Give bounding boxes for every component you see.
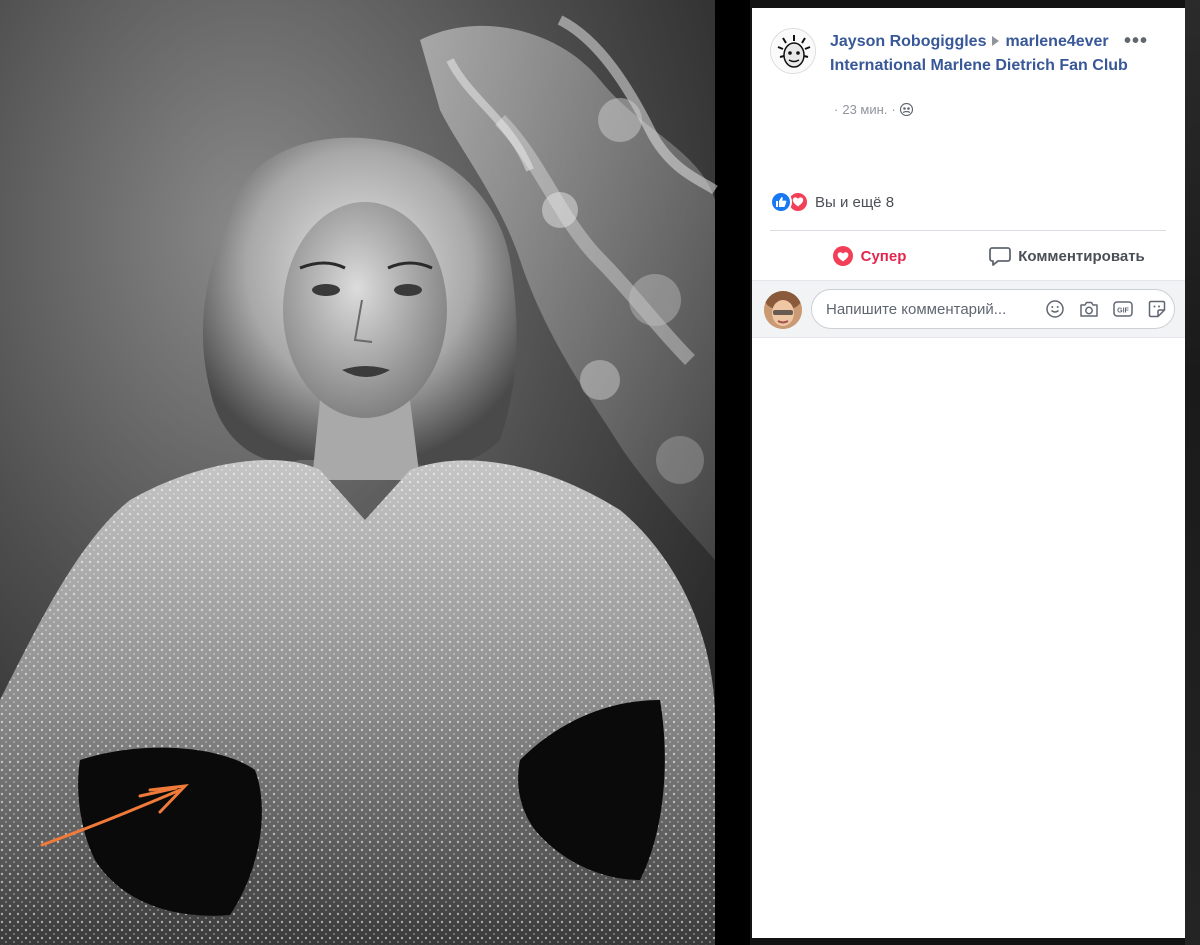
group-name-link[interactable]: International Marlene Dietrich Fan Club [830, 57, 1128, 74]
divider [770, 230, 1166, 231]
like-icon [770, 191, 792, 213]
super-reaction-button[interactable]: Супер [770, 236, 968, 276]
sticker-icon[interactable] [1140, 300, 1174, 318]
group-user-link[interactable]: marlene4ever [1005, 33, 1108, 50]
author-avatar[interactable] [770, 28, 816, 74]
background-strip [1185, 0, 1200, 945]
meta-separator: · [891, 102, 896, 117]
reactions-summary[interactable]: Вы и ещё 8 [770, 191, 894, 213]
post-header: Jayson Robogiggles marlene4ever Internati… [752, 8, 1185, 138]
post-photo[interactable] [0, 0, 750, 945]
comment-composer: Напишите комментарий... GIF [752, 280, 1185, 338]
comment-bubble-icon [989, 247, 1012, 266]
current-user-avatar[interactable] [764, 291, 802, 329]
more-options-button[interactable]: ••• [1124, 30, 1148, 53]
super-label: Супер [860, 247, 907, 265]
svg-text:GIF: GIF [1117, 308, 1129, 315]
reactions-count: Вы и ещё 8 [815, 193, 895, 211]
emoji-icon[interactable] [1038, 300, 1072, 318]
photo-image [0, 0, 750, 945]
comment-input[interactable]: Напишите комментарий... GIF [811, 289, 1175, 329]
post-meta: · 23 мин. · [830, 102, 913, 117]
gif-icon[interactable]: GIF [1106, 300, 1140, 318]
comment-placeholder: Напишите комментарий... [826, 300, 1007, 318]
comment-button[interactable]: Комментировать [968, 236, 1166, 276]
camera-icon[interactable] [1072, 300, 1106, 318]
comment-tools: GIF [1038, 300, 1174, 318]
comment-label: Комментировать [1018, 247, 1145, 265]
author-avatar-image [772, 30, 815, 73]
current-user-avatar-image [764, 291, 802, 329]
post-actions: Супер Комментировать [770, 236, 1166, 276]
friends-icon[interactable] [899, 102, 913, 117]
post-author-line: Jayson Robogiggles marlene4ever Internati… [830, 30, 1140, 78]
triangle-right-icon [992, 36, 1000, 47]
post-time-link[interactable]: 23 мин. [842, 102, 887, 117]
meta-separator: · [834, 102, 839, 117]
heart-icon [832, 246, 853, 266]
author-name-link[interactable]: Jayson Robogiggles [830, 33, 986, 50]
post-panel: Jayson Robogiggles marlene4ever Internati… [752, 8, 1185, 938]
